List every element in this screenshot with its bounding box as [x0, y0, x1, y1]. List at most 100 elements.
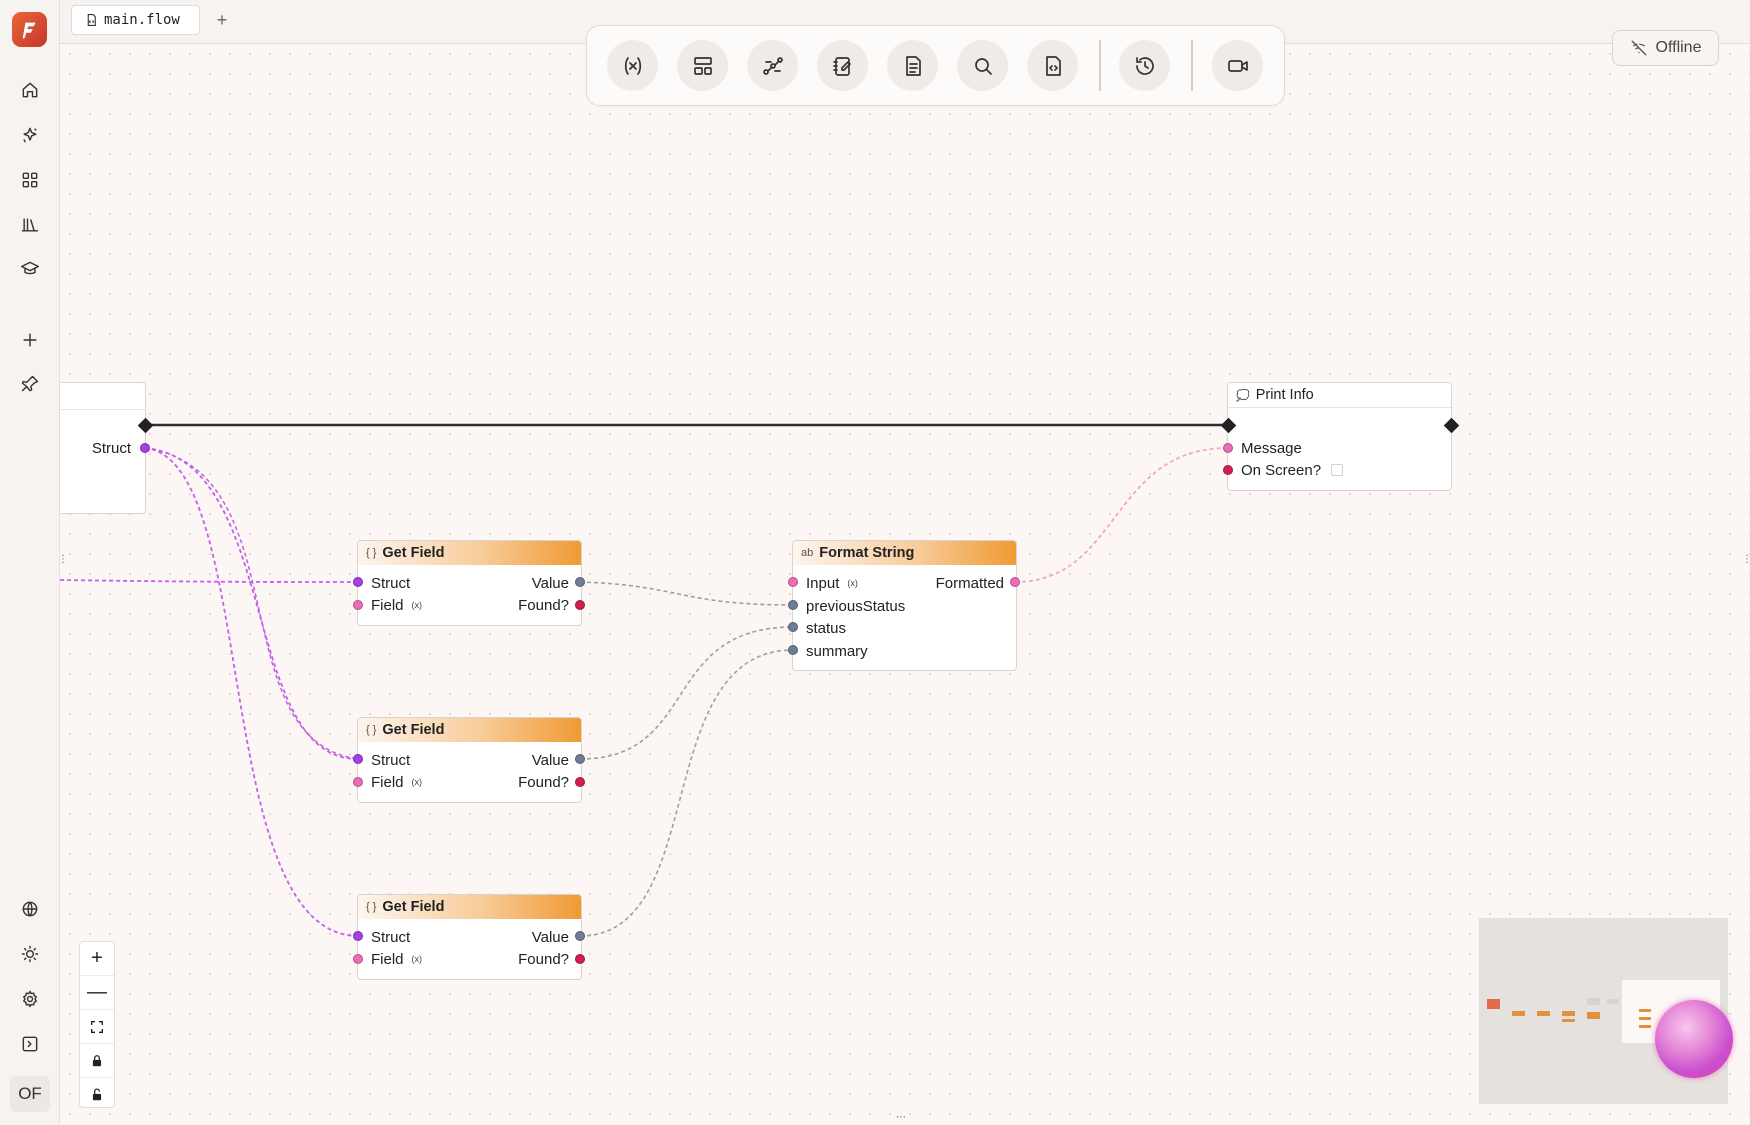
sparkles-icon[interactable] — [12, 117, 48, 153]
get-field-node-2[interactable]: { } Get Field Struct Field (x) Value Fou… — [357, 717, 582, 803]
graph-icon[interactable] — [747, 40, 798, 91]
struct-out-port[interactable] — [140, 443, 150, 453]
minimap-node — [1639, 1009, 1651, 1012]
avatar[interactable]: OF — [10, 1076, 50, 1112]
variable-icon: (x) — [411, 954, 423, 964]
globe-icon[interactable] — [12, 891, 48, 927]
node-title: Print Info — [1255, 387, 1314, 403]
struct-in-port[interactable] — [353, 754, 363, 764]
assistant-orb[interactable] — [1655, 1000, 1733, 1078]
search-icon[interactable] — [957, 40, 1008, 91]
port-label-on-screen: On Screen? — [1241, 461, 1322, 479]
port-label-formatted: Formatted — [935, 574, 1004, 592]
node-header: 💭 Print Info — [1228, 383, 1451, 408]
minimap-node — [1537, 1011, 1550, 1016]
toolbar — [586, 25, 1285, 106]
unlock-icon[interactable] — [80, 1078, 114, 1111]
braces-icon: { } — [366, 901, 377, 913]
get-field-node-3[interactable]: { } Get Field Struct Field (x) Value Fou… — [357, 894, 582, 980]
port-row-input: Input (x) — [806, 573, 858, 593]
node-title: Get Field — [382, 545, 445, 561]
get-field-node-1[interactable]: { } Get Field Struct Field (x) Value Fou… — [357, 540, 582, 626]
node-header: ab Format String — [793, 541, 1016, 565]
port-label-found: Found? — [518, 773, 569, 791]
node-title: Format String — [819, 545, 915, 561]
layout-icon[interactable] — [677, 40, 728, 91]
port-label-struct: Struct — [371, 574, 411, 592]
pin-icon[interactable] — [12, 366, 48, 402]
port-label-message: Message — [1241, 439, 1302, 457]
summary-in-port[interactable] — [788, 645, 798, 655]
value-out-port[interactable] — [575, 754, 585, 764]
struct-in-port[interactable] — [353, 577, 363, 587]
history-icon[interactable] — [1119, 40, 1170, 91]
variable-icon: (x) — [411, 600, 423, 610]
document-icon[interactable] — [887, 40, 938, 91]
value-out-port[interactable] — [575, 577, 585, 587]
on-screen-in-port[interactable] — [1223, 465, 1233, 475]
plus-icon[interactable] — [12, 322, 48, 358]
toolbar-divider — [1191, 40, 1193, 91]
zoom-out-icon[interactable]: — — [80, 976, 114, 1010]
minimap-node — [1587, 1012, 1600, 1019]
field-in-port[interactable] — [353, 954, 363, 964]
graduation-cap-icon[interactable] — [12, 251, 48, 287]
minimap-node — [1587, 998, 1600, 1005]
message-icon: 💭 — [1236, 389, 1250, 402]
port-label-struct: Struct — [371, 751, 411, 769]
zoom-in-icon[interactable]: + — [80, 942, 114, 976]
wifi-off-icon — [1631, 40, 1646, 56]
minimap-node — [1562, 1019, 1575, 1022]
message-in-port[interactable] — [1223, 443, 1233, 453]
struct-source-node[interactable]: Struct — [48, 382, 146, 514]
sun-icon[interactable] — [12, 936, 48, 972]
code-file-icon[interactable] — [1027, 40, 1078, 91]
home-icon[interactable] — [12, 72, 48, 108]
tab-main-flow[interactable]: main.flow — [71, 5, 200, 35]
braces-icon: { } — [366, 547, 377, 559]
found-out-port[interactable] — [575, 600, 585, 610]
terminal-icon[interactable] — [12, 1026, 48, 1062]
add-tab-button[interactable]: + — [210, 8, 234, 32]
grid-icon[interactable] — [12, 162, 48, 198]
flow-logo[interactable] — [12, 12, 47, 47]
gear-icon[interactable] — [12, 981, 48, 1017]
port-row-on-screen: On Screen? — [1241, 460, 1344, 480]
port-label-previous-status: previousStatus — [806, 597, 906, 615]
formatted-out-port[interactable] — [1010, 577, 1020, 587]
port-label-found: Found? — [518, 596, 569, 614]
previous-status-in-port[interactable] — [788, 600, 798, 610]
library-icon[interactable] — [12, 207, 48, 243]
port-label-field: Field — [371, 773, 404, 791]
field-in-port[interactable] — [353, 777, 363, 787]
minimap-node — [1562, 1011, 1575, 1016]
input-in-port[interactable] — [788, 577, 798, 587]
variable-icon[interactable] — [607, 40, 658, 91]
video-icon[interactable] — [1212, 40, 1263, 91]
node-header: { } Get Field — [358, 541, 581, 565]
found-out-port[interactable] — [575, 777, 585, 787]
format-string-node[interactable]: ab Format String Input (x) Formatted pre… — [792, 540, 1017, 671]
file-code-icon — [87, 14, 96, 26]
port-label-struct: Struct — [371, 928, 411, 946]
port-row-field: Field (x) — [371, 595, 422, 615]
fit-view-icon[interactable] — [80, 1010, 114, 1044]
status-in-port[interactable] — [788, 622, 798, 632]
print-info-node[interactable]: 💭 Print Info Message On Screen? — [1227, 382, 1452, 491]
bottom-panel-handle[interactable]: ⋯ — [896, 1112, 906, 1123]
struct-in-port[interactable] — [353, 931, 363, 941]
port-label-input: Input — [806, 574, 840, 592]
zoom-controls: + — — [79, 941, 115, 1108]
right-panel-handle[interactable]: ⋮ — [1742, 554, 1750, 565]
value-out-port[interactable] — [575, 931, 585, 941]
port-label-field: Field — [371, 950, 404, 968]
offline-status-badge[interactable]: Offline — [1612, 30, 1719, 66]
lock-icon[interactable] — [80, 1044, 114, 1078]
notebook-icon[interactable] — [817, 40, 868, 91]
found-out-port[interactable] — [575, 954, 585, 964]
on-screen-checkbox[interactable] — [1331, 464, 1344, 476]
port-row-field: Field (x) — [371, 772, 422, 792]
port-row-field: Field (x) — [371, 949, 422, 969]
field-in-port[interactable] — [353, 600, 363, 610]
format-icon: ab — [801, 547, 814, 559]
